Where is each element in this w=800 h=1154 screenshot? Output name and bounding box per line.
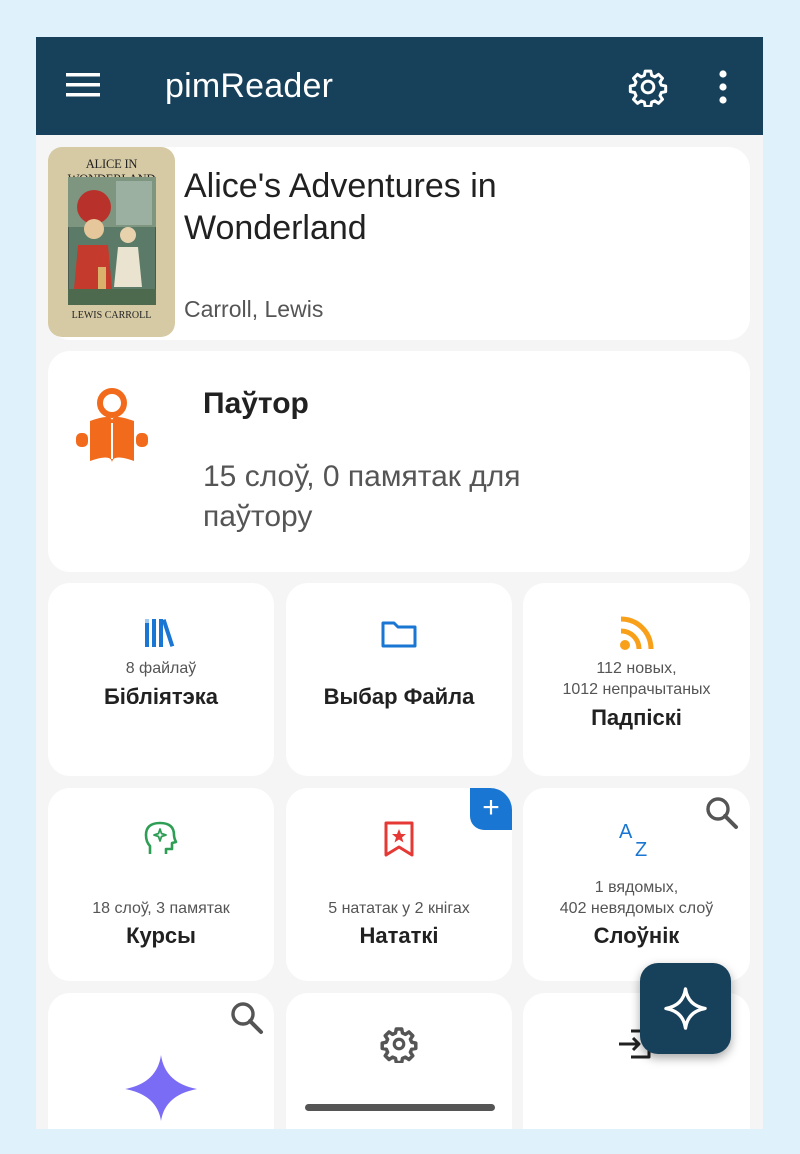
review-title: Паўтор	[203, 387, 309, 420]
review-subtitle: 15 слоў, 0 памятак для паўтору	[203, 460, 521, 533]
tile-assistant[interactable]	[48, 993, 274, 1129]
sparkle-icon	[664, 987, 707, 1030]
file-picker-label: Выбар Файла	[323, 684, 475, 709]
sparkle-icon	[125, 1055, 197, 1121]
notes-label: Нататкі	[359, 923, 439, 948]
gear-icon	[380, 1027, 418, 1063]
search-icon[interactable]	[705, 796, 739, 830]
assistant-fab[interactable]	[640, 963, 731, 1054]
gear-icon[interactable]	[628, 67, 668, 107]
library-label: Бібліятэка	[103, 684, 219, 709]
tile-courses[interactable]: 18 слоў, 3 памятак Курсы	[48, 788, 274, 981]
folder-icon	[381, 621, 417, 648]
rss-icon	[619, 616, 653, 650]
app-bar: pimReader	[36, 37, 763, 135]
svg-text:A: A	[619, 821, 633, 843]
dictionary-az-icon: A Z	[619, 821, 647, 860]
current-book-card[interactable]: ALICE IN WONDERLAND LEWIS CARROLL Alice'…	[48, 147, 750, 340]
dictionary-known: 1 вядомых,	[594, 879, 679, 896]
subscriptions-unread: 1012 непрачытаных	[562, 681, 711, 698]
tile-library[interactable]: 8 файлаў Бібліятэка	[48, 583, 274, 776]
menu-icon[interactable]	[66, 71, 102, 101]
notes-stats: 5 нататак у 2 кнігах	[328, 900, 470, 917]
book-cover: ALICE IN WONDERLAND LEWIS CARROLL	[48, 147, 175, 337]
app-screen: pimReader ALICE IN WONDERLAND	[36, 37, 763, 1129]
device-frame: pimReader ALICE IN WONDERLAND	[0, 0, 800, 1154]
dictionary-label: Слоўнік	[593, 923, 680, 948]
cover-illustration	[68, 177, 156, 305]
library-count: 8 файлаў	[125, 660, 197, 677]
app-title: pimReader	[165, 67, 334, 105]
bookmark-star-icon	[384, 821, 414, 857]
home-indicator[interactable]	[305, 1104, 495, 1111]
reader-review-icon	[76, 388, 148, 463]
add-note-button[interactable]: +	[470, 788, 512, 830]
brain-sparkle-icon	[144, 821, 178, 854]
courses-label: Курсы	[126, 923, 196, 948]
subscriptions-new: 112 новых,	[596, 660, 677, 677]
tile-notes[interactable]: + 5 нататак у 2 кнігах Нататкі	[286, 788, 512, 981]
cover-author: LEWIS CARROLL	[71, 310, 152, 321]
courses-stats: 18 слоў, 3 памятак	[92, 900, 230, 917]
dictionary-unknown: 402 невядомых слоў	[559, 900, 714, 917]
more-vert-icon[interactable]	[712, 69, 734, 105]
book-title: Alice's Adventures in Wonderland	[184, 167, 497, 247]
svg-text:Z: Z	[635, 839, 647, 860]
library-icon	[145, 619, 175, 647]
book-author: Carroll, Lewis	[184, 296, 324, 322]
review-card[interactable]: Паўтор 15 слоў, 0 памятак для паўтору	[48, 351, 750, 572]
subscriptions-label: Падпіскі	[591, 705, 682, 730]
tile-file-picker[interactable]: Выбар Файла	[286, 583, 512, 776]
tile-dictionary[interactable]: A Z 1 вядомых, 402 невядомых слоў Слоўні…	[523, 788, 750, 981]
tile-subscriptions[interactable]: 112 новых, 1012 непрачытаных Падпіскі	[523, 583, 750, 776]
search-icon[interactable]	[230, 1001, 264, 1035]
